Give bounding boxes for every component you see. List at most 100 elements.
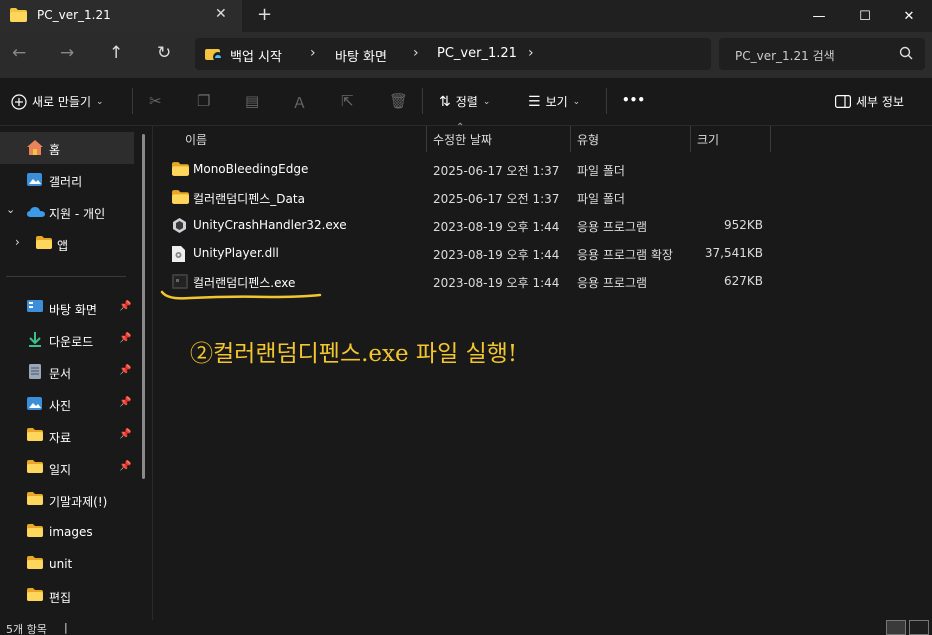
unity-exe-icon (172, 218, 187, 236)
pin-icon: 📌 (119, 429, 132, 440)
tab-pc-ver[interactable]: PC_ver_1.21 ✕ (0, 0, 242, 32)
column-header-size[interactable]: 크기 (697, 131, 719, 148)
search-placeholder: PC_ver_1.21 검색 (735, 49, 835, 63)
chevron-right-icon[interactable]: › (310, 45, 316, 61)
breadcrumb-backup[interactable]: 백업 시작 (230, 46, 282, 65)
up-button[interactable]: ↑ (109, 43, 123, 63)
pin-icon: 📌 (119, 333, 132, 344)
maximize-button[interactable]: ☐ (842, 0, 888, 32)
sort-label: 정렬 (455, 95, 478, 109)
sidebar-item-downloads[interactable]: 다운로드 📌 (0, 324, 134, 356)
sidebar-item-pictures[interactable]: 사진 📌 (0, 388, 134, 420)
paste-icon[interactable]: ▤ (245, 92, 259, 110)
sidebar-item-label: images (49, 525, 93, 539)
sidebar-item-label: 기말과제(!) (49, 495, 108, 509)
column-header-row: ⌃ 이름 수정한 날짜 유형 크기 (160, 122, 772, 152)
chevron-right-icon[interactable]: › (528, 45, 534, 61)
column-divider[interactable] (570, 126, 571, 152)
item-count: 5개 항목 (6, 623, 47, 635)
column-header-name[interactable]: 이름 (185, 131, 207, 148)
new-button[interactable]: 새로 만들기 ⌄ (11, 93, 104, 110)
sidebar-item-final-project[interactable]: 기말과제(!) (0, 484, 134, 516)
chevron-right-icon[interactable]: › (15, 235, 20, 249)
title-bar: PC_ver_1.21 ✕ + — ☐ ✕ (0, 0, 932, 32)
back-button[interactable]: ← (12, 43, 26, 63)
pane-divider[interactable] (152, 126, 153, 620)
status-bar: 5개 항목 | (0, 620, 932, 635)
tab-close-icon[interactable]: ✕ (215, 6, 227, 22)
sidebar-item-label: 갤러리 (49, 175, 83, 189)
sidebar-item-desktop[interactable]: 바탕 화면 📌 (0, 292, 134, 324)
minimize-button[interactable]: — (796, 0, 842, 32)
sidebar-item-home[interactable]: 홈 (0, 132, 134, 164)
refresh-button[interactable]: ↻ (157, 43, 171, 63)
sidebar-item-edit[interactable]: 편집 (0, 580, 134, 612)
sidebar-scrollbar[interactable] (142, 134, 145, 479)
sidebar-item-label: 지원 - 개인 (49, 207, 106, 221)
view-button[interactable]: ☰ 보기 ⌄ (528, 93, 580, 110)
sidebar-item-label: 다운로드 (49, 335, 94, 349)
sidebar-item-data[interactable]: 자료 📌 (0, 420, 134, 452)
large-icons-view-button[interactable] (909, 620, 929, 635)
chevron-down-icon[interactable]: ⌄ (6, 203, 15, 216)
chevron-right-icon[interactable]: › (413, 45, 419, 61)
file-row-monobleedingedge[interactable]: MonoBleedingEdge 2025-06-17 오전 1:37 파일 폴… (160, 156, 770, 184)
breadcrumb-pc-ver[interactable]: PC_ver_1.21 (437, 46, 517, 61)
file-name: MonoBleedingEdge (193, 162, 309, 176)
sidebar-item-label: 사진 (49, 399, 72, 413)
cut-icon[interactable]: ✂ (149, 92, 162, 110)
pin-icon: 📌 (119, 397, 132, 408)
address-bar[interactable]: 백업 시작 › 바탕 화면 › PC_ver_1.21 › (195, 38, 711, 70)
sidebar-item-gallery[interactable]: 갤러리 (0, 164, 134, 196)
file-type: 응용 프로그램 확장 (577, 248, 673, 262)
sidebar-item-onedrive[interactable]: ⌄ 지원 - 개인 (0, 196, 134, 228)
folder-icon (27, 556, 43, 572)
sidebar-item-unit[interactable]: unit (0, 548, 134, 580)
column-divider[interactable] (690, 126, 691, 152)
chevron-down-icon: ⌄ (572, 96, 581, 107)
file-date: 2023-08-19 오후 1:44 (433, 220, 560, 234)
file-date: 2025-06-17 오전 1:37 (433, 192, 560, 206)
sidebar-item-apps[interactable]: › 앱 (0, 228, 134, 260)
folder-icon (27, 460, 43, 476)
onedrive-icon (27, 206, 45, 221)
search-box[interactable]: PC_ver_1.21 검색 (719, 38, 925, 70)
details-view-button[interactable] (886, 620, 906, 635)
sort-button[interactable]: ⇅ 정렬 ⌄ (439, 93, 490, 110)
forward-button[interactable]: → (60, 43, 74, 63)
rename-icon[interactable]: Ａ (292, 92, 307, 113)
sidebar-item-journal[interactable]: 일지 📌 (0, 452, 134, 484)
folder-icon (10, 8, 27, 25)
file-type: 응용 프로그램 (577, 276, 648, 290)
file-row-crashhandler[interactable]: UnityCrashHandler32.exe 2023-08-19 오후 1:… (160, 212, 770, 240)
sidebar-item-images[interactable]: images (0, 516, 134, 548)
view-label: 보기 (545, 95, 568, 109)
column-header-date[interactable]: 수정한 날짜 (433, 131, 492, 148)
breadcrumb-desktop[interactable]: 바탕 화면 (335, 46, 387, 65)
column-divider[interactable] (426, 126, 427, 152)
column-divider[interactable] (770, 126, 771, 152)
toolbar-divider (606, 88, 607, 114)
folder-icon (27, 428, 43, 444)
column-header-type[interactable]: 유형 (577, 131, 599, 148)
navigation-bar: ← → ↑ ↻ 백업 시작 › 바탕 화면 › PC_ver_1.21 › PC… (0, 32, 932, 78)
details-pane-button[interactable]: 세부 정보 (835, 93, 904, 110)
new-tab-button[interactable]: + (257, 4, 272, 25)
search-icon (899, 46, 913, 63)
share-icon[interactable]: ⇱ (341, 92, 354, 110)
tab-title: PC_ver_1.21 (37, 8, 111, 22)
copy-icon[interactable]: ❐ (197, 92, 210, 110)
file-type: 파일 폴더 (577, 164, 625, 178)
close-window-button[interactable]: ✕ (886, 0, 932, 32)
delete-icon[interactable]: 🗑 (389, 92, 408, 110)
file-date: 2023-08-19 오후 1:44 (433, 276, 560, 290)
file-row-data-folder[interactable]: 컬러랜덤디펜스_Data 2025-06-17 오전 1:37 파일 폴더 (160, 184, 770, 212)
folder-icon (27, 524, 43, 540)
toolbar-divider (132, 88, 133, 114)
sidebar-item-documents[interactable]: 문서 📌 (0, 356, 134, 388)
more-options-button[interactable]: ••• (622, 93, 645, 107)
cloud-folder-icon (204, 45, 224, 66)
file-row-unityplayer[interactable]: UnityPlayer.dll 2023-08-19 오후 1:44 응용 프로… (160, 240, 770, 268)
folder-icon (36, 236, 52, 252)
file-size: 627KB (723, 274, 763, 288)
